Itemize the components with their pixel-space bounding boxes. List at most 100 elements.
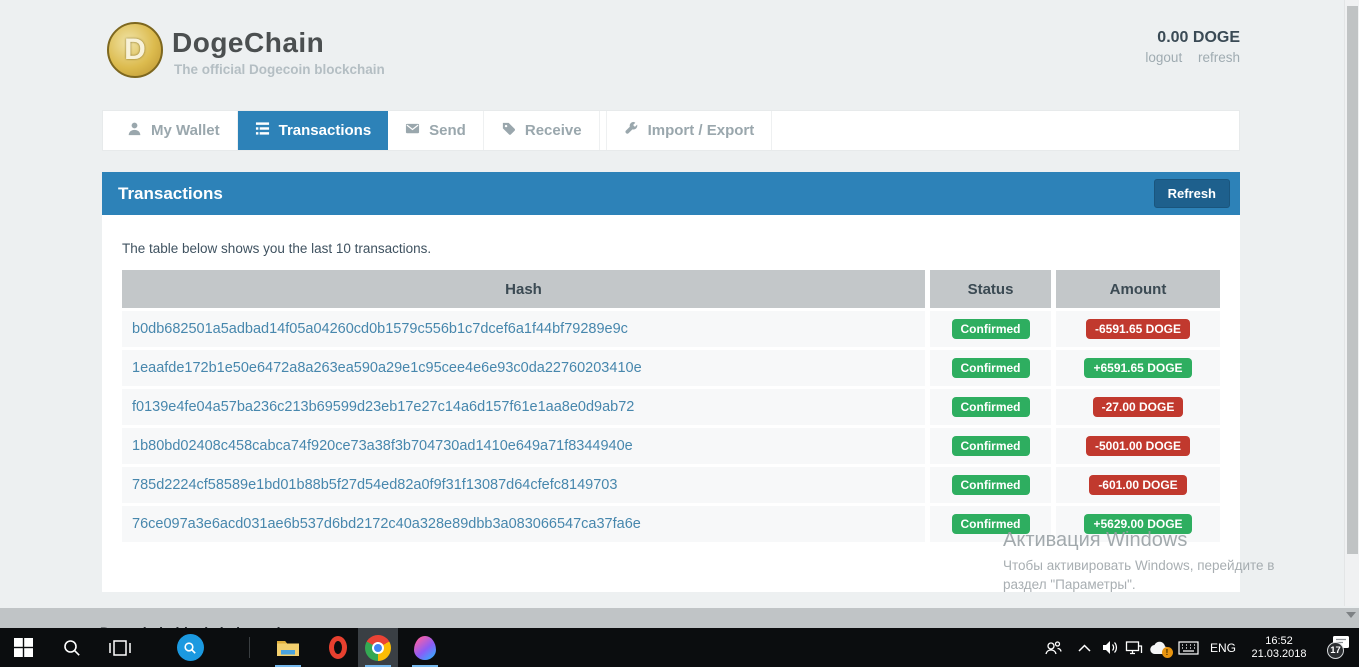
dogechain-logo[interactable]: D <box>107 22 163 78</box>
amount-badge: +5629.00 DOGE <box>1084 514 1191 534</box>
column-header-status: Status <box>930 270 1051 308</box>
start-button[interactable] <box>3 628 43 667</box>
tab-receive[interactable]: Receive <box>484 111 600 150</box>
status-badge: Confirmed <box>952 475 1030 495</box>
people-button[interactable] <box>1036 628 1070 667</box>
site-tagline: The official Dogecoin blockchain <box>174 62 385 77</box>
taskbar-clock[interactable]: 16:52 21.03.2018 <box>1244 628 1314 667</box>
transactions-panel: Transactions Refresh The table below sho… <box>102 172 1240 592</box>
file-explorer-icon <box>276 638 300 658</box>
tx-hash-link[interactable]: 1b80bd02408c458cabca74f920ce73a38f3b7047… <box>122 428 925 464</box>
task-view-icon <box>109 640 131 656</box>
tx-status-cell: Confirmed <box>930 467 1051 503</box>
tx-amount-cell: +5629.00 DOGE <box>1056 506 1220 542</box>
status-badge: Confirmed <box>952 358 1030 378</box>
tx-hash-link[interactable]: 76ce097a3e6acd031ae6b537d6bd2172c40a328e… <box>122 506 925 542</box>
opera-browser-button[interactable] <box>318 628 358 667</box>
tab-send[interactable]: Send <box>388 111 484 150</box>
tx-status-cell: Confirmed <box>930 389 1051 425</box>
tab-label: My Wallet <box>151 122 220 139</box>
tx-amount-cell: +6591.65 DOGE <box>1056 350 1220 386</box>
taskbar-separator <box>249 637 250 658</box>
speaker-icon <box>1102 640 1119 655</box>
people-icon <box>1044 640 1062 656</box>
onedrive-button[interactable]: ! <box>1144 628 1174 667</box>
chrome-browser-button[interactable] <box>358 628 398 667</box>
network-icon <box>1125 640 1143 656</box>
chevron-up-icon <box>1078 644 1091 652</box>
browser-scrollbar[interactable] <box>1344 0 1359 606</box>
panel-title: Transactions <box>118 184 223 204</box>
user-icon <box>127 121 142 140</box>
envelope-icon <box>405 121 420 140</box>
amount-badge: +6591.65 DOGE <box>1084 358 1191 378</box>
tx-hash-link[interactable]: 1eaafde172b1e50e6472a8a263ea590a29e1c95c… <box>122 350 925 386</box>
account-links: logout refresh <box>1133 50 1240 65</box>
tx-amount-cell: -601.00 DOGE <box>1056 467 1220 503</box>
column-header-amount: Amount <box>1056 270 1220 308</box>
tx-hash-link[interactable]: 785d2224cf58589e1bd01b88b5f27d54ed82a0f9… <box>122 467 925 503</box>
tx-amount-cell: -6591.65 DOGE <box>1056 311 1220 347</box>
status-badge: Confirmed <box>952 436 1030 456</box>
gradient-drop-app-icon <box>414 636 436 660</box>
amount-badge: -27.00 DOGE <box>1093 397 1184 417</box>
refresh-button[interactable]: Refresh <box>1154 179 1230 208</box>
tx-amount-cell: -5001.00 DOGE <box>1056 428 1220 464</box>
notification-count-badge: 17 <box>1327 642 1344 659</box>
status-badge: Confirmed <box>952 397 1030 417</box>
tag-icon <box>501 121 516 140</box>
tab-label: Receive <box>525 122 582 139</box>
tab-label: Transactions <box>279 122 372 139</box>
tx-amount-cell: -27.00 DOGE <box>1056 389 1220 425</box>
dogecoin-coin-icon: D <box>124 33 146 67</box>
search-icon <box>62 638 82 658</box>
language-indicator[interactable]: ENG <box>1204 628 1242 667</box>
amount-badge: -5001.00 DOGE <box>1086 436 1190 456</box>
tab-import-export[interactable]: Import / Export <box>606 111 773 150</box>
clock-time: 16:52 <box>1265 635 1293 648</box>
tab-transactions[interactable]: Transactions <box>238 111 389 150</box>
windows-logo-icon <box>14 638 33 657</box>
tx-status-cell: Confirmed <box>930 350 1051 386</box>
scrollbar-down-arrow-icon[interactable] <box>1346 612 1356 618</box>
header-refresh-link[interactable]: refresh <box>1198 50 1240 65</box>
tab-label: Import / Export <box>648 122 755 139</box>
site-title: DogeChain <box>172 27 324 59</box>
opera-icon <box>329 636 347 659</box>
windows-taskbar: ! ENG 16:52 21.03.2018 17 <box>0 628 1359 667</box>
tray-expand-button[interactable] <box>1070 628 1098 667</box>
status-badge: Confirmed <box>952 319 1030 339</box>
warning-badge: ! <box>1162 647 1173 658</box>
tab-label: Send <box>429 122 466 139</box>
blue-search-app-icon <box>177 634 204 661</box>
touch-keyboard-button[interactable] <box>1172 628 1204 667</box>
clock-date: 21.03.2018 <box>1251 648 1306 661</box>
column-header-hash: Hash <box>122 270 925 308</box>
cloud-warning-icon: ! <box>1149 641 1170 655</box>
logout-link[interactable]: logout <box>1145 50 1182 65</box>
pinned-search-app-button[interactable] <box>170 628 210 667</box>
page-footer-strip: Dogechain blockchain explorer <box>0 608 1359 628</box>
task-view-button[interactable] <box>100 628 140 667</box>
nav-tabbar: My Wallet Transactions Send Receive Impo… <box>102 110 1240 151</box>
keyboard-icon <box>1178 641 1199 655</box>
amount-badge: -601.00 DOGE <box>1089 475 1186 495</box>
language-label: ENG <box>1210 641 1236 655</box>
wallet-balance: 0.00 DOGE <box>1157 29 1240 47</box>
tx-hash-link[interactable]: f0139e4fe04a57ba236c213b69599d23eb17e27c… <box>122 389 925 425</box>
tx-status-cell: Confirmed <box>930 506 1051 542</box>
scrollbar-thumb[interactable] <box>1347 6 1358 554</box>
tx-status-cell: Confirmed <box>930 428 1051 464</box>
transactions-table: Hash Status Amount b0db682501a5adbad14f0… <box>122 270 1220 542</box>
action-center-button[interactable]: 17 <box>1316 628 1358 667</box>
amount-badge: -6591.65 DOGE <box>1086 319 1190 339</box>
chrome-icon <box>365 635 391 661</box>
status-badge: Confirmed <box>952 514 1030 534</box>
file-explorer-button[interactable] <box>268 628 308 667</box>
tab-my-wallet[interactable]: My Wallet <box>110 111 238 150</box>
list-icon <box>255 121 270 140</box>
tx-status-cell: Confirmed <box>930 311 1051 347</box>
taskbar-search-button[interactable] <box>52 628 92 667</box>
pinned-browser-button[interactable] <box>405 628 445 667</box>
tx-hash-link[interactable]: b0db682501a5adbad14f05a04260cd0b1579c556… <box>122 311 925 347</box>
